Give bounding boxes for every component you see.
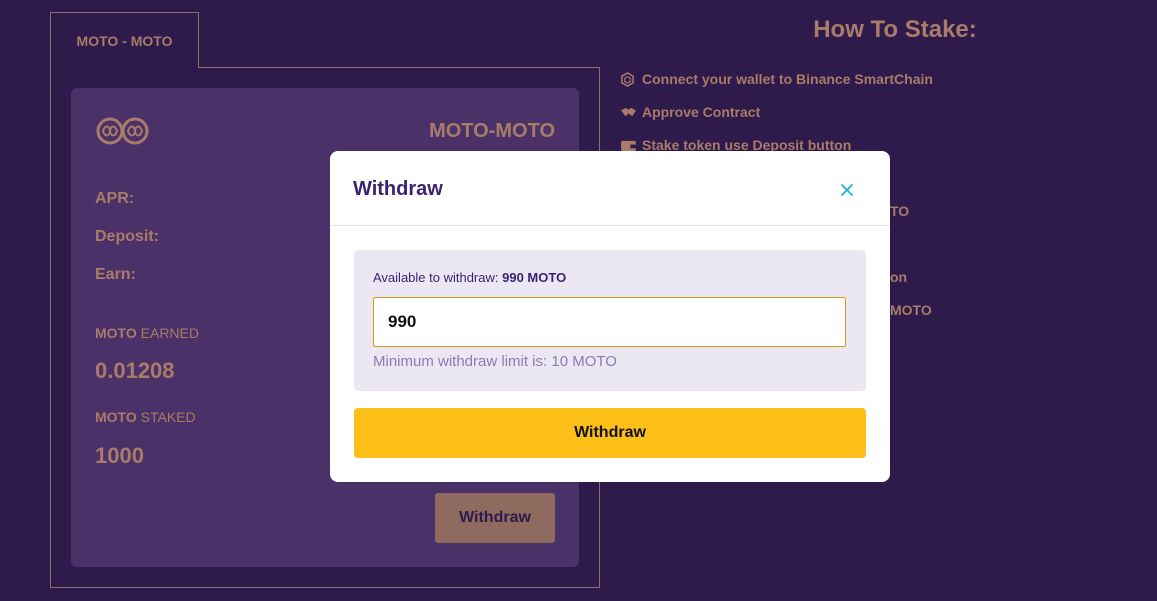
modal-title: Withdraw xyxy=(353,178,443,200)
withdraw-modal: Withdraw Available to withdraw: 990 MOTO… xyxy=(330,151,890,482)
minimum-limit-text: Minimum withdraw limit is: 10 MOTO xyxy=(373,353,617,370)
available-prefix: Available to withdraw: xyxy=(373,270,499,285)
close-icon xyxy=(841,184,853,196)
withdraw-button[interactable]: Withdraw xyxy=(354,408,866,458)
close-button[interactable] xyxy=(835,178,859,202)
available-to-withdraw: Available to withdraw: 990 MOTO xyxy=(373,270,566,285)
withdraw-form: Available to withdraw: 990 MOTO Minimum … xyxy=(354,250,866,391)
withdraw-amount-input[interactable] xyxy=(373,297,846,347)
available-amount: 990 MOTO xyxy=(502,270,567,285)
modal-header: Withdraw xyxy=(330,151,890,226)
